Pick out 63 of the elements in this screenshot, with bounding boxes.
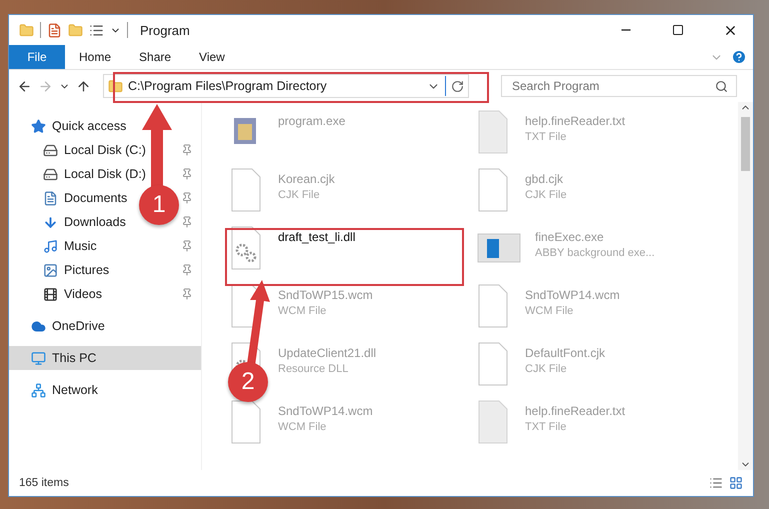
star-icon	[31, 118, 46, 134]
ribbon-tab[interactable]: Share	[125, 45, 186, 69]
file-type: WCM File	[525, 305, 574, 317]
file-name[interactable]: draft_test_li.dll	[278, 230, 356, 244]
search-field[interactable]: Search Program	[501, 75, 737, 97]
document-icon	[43, 190, 58, 206]
address-bar[interactable]: C:\Program Files\Program Directory	[103, 74, 469, 98]
ribbon-tab[interactable]: File	[9, 45, 65, 69]
help-icon[interactable]	[731, 49, 747, 65]
properties-icon[interactable]	[47, 22, 62, 38]
music-note-icon	[43, 238, 58, 254]
file-type: ABBY background exe...	[535, 247, 655, 259]
search-icon	[715, 80, 728, 92]
nav-item[interactable]: Pictures	[64, 263, 110, 277]
scrollbar[interactable]	[738, 102, 753, 470]
nav-item[interactable]: This PC	[52, 351, 96, 365]
nav-item[interactable]: Local Disk (D:)	[64, 167, 146, 181]
pin-icon[interactable]	[181, 240, 193, 252]
nav-item[interactable]: Local Disk (C:)	[64, 143, 146, 157]
pin-icon[interactable]	[181, 192, 193, 204]
nav-item[interactable]: Quick access	[52, 119, 126, 133]
ribbon-tab[interactable]: Home	[65, 45, 126, 69]
nav-item[interactable]: Documents	[64, 191, 128, 205]
details-view-icon[interactable]	[709, 476, 723, 490]
up-button[interactable]	[76, 78, 91, 94]
scroll-thumb[interactable]	[741, 117, 750, 171]
refresh-icon[interactable]	[451, 80, 464, 92]
nav-item[interactable]: Downloads	[64, 215, 126, 229]
ribbon-tab[interactable]: View	[185, 45, 239, 69]
window-title: Program	[140, 22, 190, 38]
nav-item[interactable]: OneDrive	[52, 319, 105, 333]
drive-icon	[43, 142, 58, 158]
file-type: CJK File	[278, 189, 321, 201]
maximize-icon	[672, 24, 684, 36]
file-type: Resource DLL	[278, 363, 350, 375]
file-type: CJK File	[525, 363, 568, 375]
icons-view-icon[interactable]	[729, 476, 743, 490]
pin-icon[interactable]	[181, 216, 193, 228]
drive-icon	[43, 166, 58, 182]
new-folder-icon[interactable]	[68, 22, 83, 38]
network-icon	[31, 382, 46, 398]
film-icon	[43, 286, 58, 302]
nav-item[interactable]: Music	[64, 239, 97, 253]
nav-item[interactable]: Network	[52, 383, 98, 397]
list-icon[interactable]	[89, 22, 104, 38]
folder-icon[interactable]	[19, 22, 34, 38]
item-count: 165 items	[19, 477, 70, 489]
nav-item[interactable]: Videos	[64, 287, 102, 301]
file-type: WCM File	[278, 421, 328, 433]
file-type: WCM File	[278, 305, 328, 317]
cloud-icon	[31, 318, 46, 334]
forward-button[interactable]	[38, 78, 53, 94]
file-type: CJK File	[525, 189, 567, 201]
pin-icon[interactable]	[181, 168, 193, 180]
monitor-icon	[31, 350, 46, 366]
back-button[interactable]	[17, 78, 32, 94]
download-icon	[43, 214, 58, 230]
pin-icon[interactable]	[181, 288, 193, 300]
picture-icon	[43, 262, 58, 278]
pin-icon[interactable]	[181, 264, 193, 276]
file-type: TXT File	[525, 421, 568, 433]
pin-icon[interactable]	[181, 144, 193, 156]
file-type: TXT File	[525, 131, 568, 143]
